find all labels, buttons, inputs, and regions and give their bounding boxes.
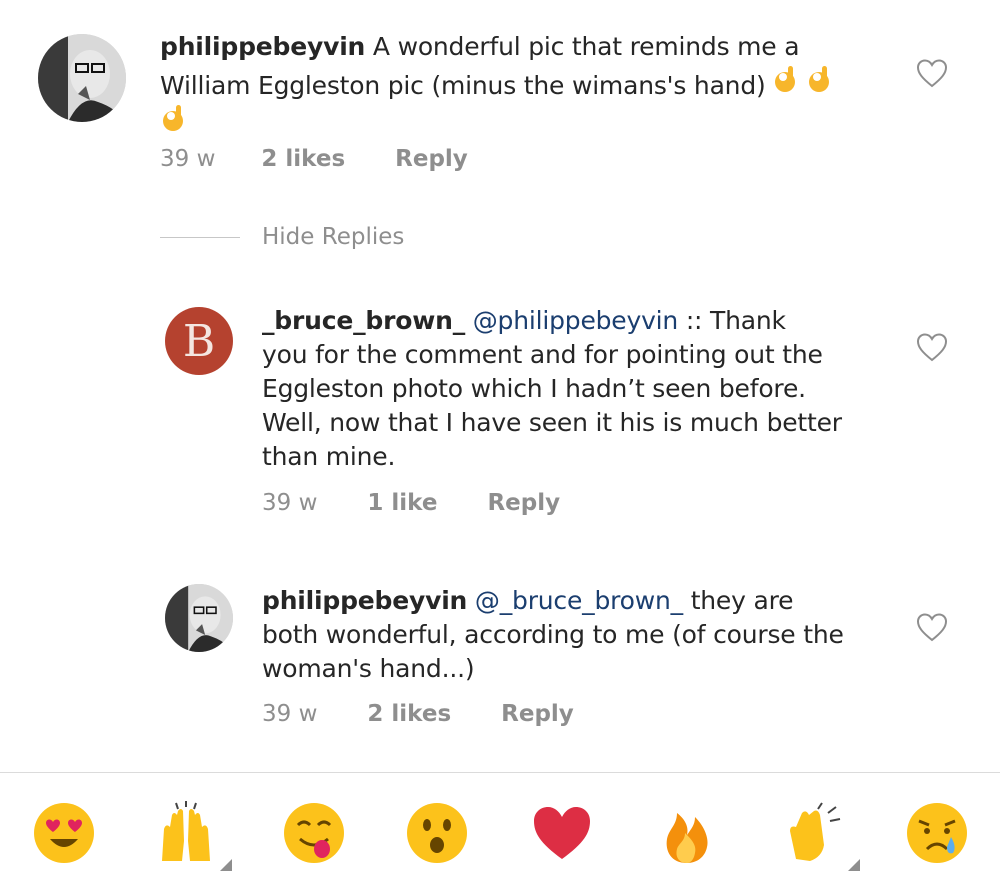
divider-line bbox=[160, 236, 240, 238]
mention-link[interactable]: @_bruce_brown_ bbox=[475, 586, 683, 615]
reply-button[interactable]: Reply bbox=[501, 701, 574, 727]
ok-hand-icon bbox=[160, 103, 186, 142]
comment-username[interactable]: philippebeyvin bbox=[160, 32, 365, 61]
comment-text: Well, now that I have seen it his is muc… bbox=[262, 408, 842, 437]
comment-timestamp: 39 w bbox=[262, 701, 318, 727]
comment-text: William Eggleston pic (minus the wimans'… bbox=[160, 71, 766, 100]
hide-replies-label: Hide Replies bbox=[262, 224, 405, 250]
profile-photo bbox=[38, 34, 126, 122]
avatar[interactable] bbox=[38, 34, 126, 122]
red-heart-icon[interactable] bbox=[530, 801, 594, 865]
ok-hand-icon bbox=[806, 64, 832, 103]
profile-photo bbox=[165, 584, 233, 652]
yum-face-icon[interactable] bbox=[282, 801, 346, 865]
hide-replies-button[interactable]: Hide Replies bbox=[160, 224, 404, 250]
crying-face-icon[interactable] bbox=[905, 801, 969, 865]
comment-text: woman's hand...) bbox=[262, 654, 475, 683]
avatar[interactable] bbox=[165, 584, 233, 652]
reply-button[interactable]: Reply bbox=[487, 490, 560, 516]
clapping-hands-icon[interactable] bbox=[782, 801, 860, 871]
avatar-letter: B bbox=[182, 315, 216, 367]
like-heart-icon[interactable] bbox=[916, 612, 948, 642]
comment-likes[interactable]: 2 likes bbox=[261, 146, 345, 172]
variant-indicator-icon bbox=[848, 859, 860, 871]
comment-likes[interactable]: 2 likes bbox=[367, 701, 451, 727]
heart-eyes-icon[interactable] bbox=[32, 801, 96, 865]
reply-button[interactable]: Reply bbox=[395, 146, 468, 172]
comment-text: than mine. bbox=[262, 442, 396, 471]
avatar[interactable]: B bbox=[165, 307, 233, 375]
ok-hand-icon bbox=[772, 64, 798, 103]
comment-text: A wonderful pic that reminds me a bbox=[372, 32, 800, 61]
comment-text: both wonderful, according to me (of cour… bbox=[262, 620, 844, 649]
comment-username[interactable]: _bruce_brown_ bbox=[262, 306, 465, 335]
mention-link[interactable]: @philippebeyvin bbox=[473, 306, 679, 335]
surprised-face-icon[interactable] bbox=[405, 801, 469, 865]
comment-timestamp: 39 w bbox=[160, 146, 216, 172]
comment-text: they are bbox=[690, 586, 794, 615]
comment-timestamp: 39 w bbox=[262, 490, 318, 516]
variant-indicator-icon bbox=[220, 859, 232, 871]
comment-username[interactable]: philippebeyvin bbox=[262, 586, 467, 615]
like-heart-icon[interactable] bbox=[916, 332, 948, 362]
raised-hands-icon[interactable] bbox=[154, 801, 232, 871]
comment-text: :: Thank bbox=[685, 306, 786, 335]
emoji-bar bbox=[0, 773, 1000, 891]
comment-likes[interactable]: 1 like bbox=[367, 490, 437, 516]
comment-text: you for the comment and for pointing out… bbox=[262, 340, 823, 369]
fire-icon[interactable] bbox=[655, 801, 719, 865]
comment-text: Eggleston photo which I hadn’t seen befo… bbox=[262, 374, 806, 403]
like-heart-icon[interactable] bbox=[916, 58, 948, 88]
